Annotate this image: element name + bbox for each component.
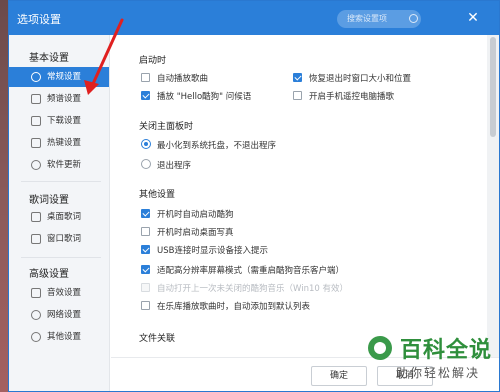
phone-remote-checkbox[interactable]: [293, 91, 302, 100]
radio-label: 最小化到系统托盘，不退出程序: [157, 141, 277, 151]
checkbox-label: 恢复退出时窗口大小和位置: [309, 74, 412, 84]
window-lyrics-icon: [31, 234, 41, 244]
settings-content: 启动时 自动播放歌曲 恢复退出时窗口大小和位置 播放 "Hello酷狗" 问候语…: [111, 35, 487, 357]
watermark-subtitle: 助你轻松解决: [396, 366, 481, 380]
section-heading-startup: 启动时: [139, 56, 167, 66]
checkbox-label: 在乐库播放歌曲时，自动添加到默认列表: [157, 302, 311, 312]
greeting-checkbox[interactable]: [141, 91, 150, 100]
sidebar-item-label: 其他设置: [47, 332, 82, 342]
sidebar-item-spectrum[interactable]: 频谱设置: [9, 89, 109, 109]
sidebar-divider: [21, 257, 101, 258]
section-heading-other: 其他设置: [139, 190, 176, 200]
desktop-lyrics-icon: [31, 212, 41, 222]
auto-add-list-checkbox[interactable]: [141, 301, 150, 310]
watermark-title: 百科全说: [400, 338, 493, 363]
sidebar-divider: [21, 181, 101, 182]
sidebar-item-label: 网络设置: [47, 310, 82, 320]
watermark: 百科全说 助你轻松解决: [360, 330, 500, 392]
sidebar-item-sound[interactable]: 音效设置: [9, 283, 109, 303]
keyboard-icon: [31, 138, 41, 148]
scrollbar-thumb[interactable]: [490, 37, 496, 137]
reopen-last-checkbox: [141, 283, 150, 292]
section-title-basic: 基本设置: [29, 53, 69, 64]
background-app-strip: [0, 0, 8, 392]
sidebar-item-download[interactable]: 下载设置: [9, 111, 109, 131]
high-dpi-checkbox[interactable]: [141, 265, 150, 274]
checkbox-label: 适配高分辨率屏幕模式（需重启酷狗音乐客户端）: [157, 266, 345, 276]
autostart-checkbox[interactable]: [141, 209, 150, 218]
more-icon: [31, 332, 41, 342]
titlebar: 选项设置 搜索设置项 ✕: [9, 1, 499, 35]
window-title: 选项设置: [17, 13, 61, 26]
checkbox-label: 开机时自动启动酷狗: [157, 210, 234, 220]
checkbox-label: 自动播放歌曲: [157, 74, 209, 84]
equalizer-icon: [31, 288, 41, 298]
section-heading-file-assoc: 文件关联: [139, 334, 176, 344]
sidebar-item-window-lyrics[interactable]: 窗口歌词: [9, 229, 109, 249]
ok-button[interactable]: 确定: [311, 366, 367, 386]
checkbox-label: 播放 "Hello酷狗" 问候语: [157, 92, 252, 102]
restore-window-checkbox[interactable]: [293, 73, 302, 82]
autoplay-checkbox[interactable]: [141, 73, 150, 82]
sidebar: 基本设置 常规设置 频谱设置 下载设置 热键设置 软件更新 歌词设置 桌面歌词: [9, 35, 110, 391]
sidebar-item-network[interactable]: 网络设置: [9, 305, 109, 325]
scrollbar[interactable]: [487, 35, 499, 357]
sidebar-item-general[interactable]: 常规设置: [9, 67, 109, 87]
sidebar-item-label: 软件更新: [47, 160, 82, 170]
update-icon: [31, 160, 41, 170]
checkbox-label: 开机时启动桌面写真: [157, 228, 234, 238]
gear-icon: [31, 72, 41, 82]
radio-label: 退出程序: [157, 161, 192, 171]
desktop-photo-checkbox[interactable]: [141, 227, 150, 236]
checkbox-label: 自动打开上一次未关闭的酷狗音乐（Win10 有效）: [157, 284, 348, 294]
spectrum-icon: [31, 94, 41, 104]
sidebar-item-label: 下载设置: [47, 116, 82, 126]
usb-prompt-checkbox[interactable]: [141, 245, 150, 254]
sidebar-item-label: 窗口歌词: [47, 234, 82, 244]
close-icon[interactable]: ✕: [465, 10, 481, 26]
section-heading-close-panel: 关闭主面板时: [139, 122, 194, 132]
sidebar-item-label: 常规设置: [47, 72, 82, 82]
section-title-lyrics: 歌词设置: [29, 195, 69, 206]
exit-program-radio[interactable]: [141, 159, 151, 169]
sidebar-item-update[interactable]: 软件更新: [9, 155, 109, 175]
sidebar-item-label: 热键设置: [47, 138, 82, 148]
network-icon: [31, 310, 41, 320]
sidebar-item-other[interactable]: 其他设置: [9, 327, 109, 347]
checkbox-label: 开启手机遥控电脑播歌: [309, 92, 395, 102]
minimize-to-tray-radio[interactable]: [141, 139, 151, 149]
checkbox-label: USB连接时显示设备接入提示: [157, 246, 268, 256]
download-icon: [31, 116, 41, 126]
sidebar-item-label: 频谱设置: [47, 94, 82, 104]
sidebar-item-label: 音效设置: [47, 288, 82, 298]
sidebar-item-hotkey[interactable]: 热键设置: [9, 133, 109, 153]
section-title-advanced: 高级设置: [29, 269, 69, 280]
search-icon[interactable]: [409, 14, 418, 23]
sidebar-item-desktop-lyrics[interactable]: 桌面歌词: [9, 207, 109, 227]
watermark-logo: [368, 336, 392, 360]
sidebar-item-label: 桌面歌词: [47, 212, 82, 222]
